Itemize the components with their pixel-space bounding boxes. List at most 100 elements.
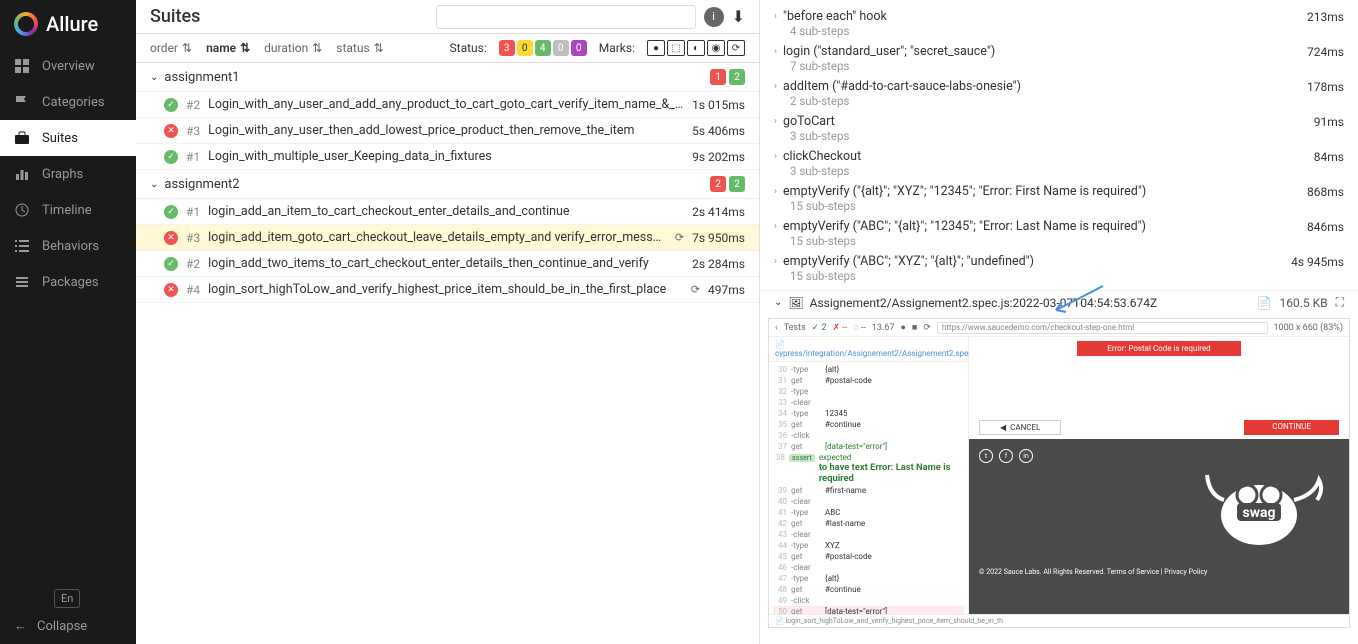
ss-reload-icon[interactable]: ⟳	[923, 323, 931, 333]
test-row[interactable]: ✓#1login_add_an_item_to_cart_checkout_en…	[136, 199, 759, 225]
cross-icon: ✕	[164, 124, 178, 138]
suite-group[interactable]: ⌄assignment112	[136, 63, 759, 92]
step-title: clickCheckout	[783, 149, 1308, 164]
test-name: Login_with_any_user_then_add_lowest_pric…	[208, 123, 684, 138]
test-row[interactable]: ✕#3Login_with_any_user_then_add_lowest_p…	[136, 118, 759, 144]
filter-broken[interactable]: 0	[517, 40, 533, 56]
status-label: Status:	[450, 41, 487, 55]
attachment-row[interactable]: ⌄ 🖼 Assignement2/Assignement2.spec.js:20…	[760, 290, 1358, 314]
step-duration: 84ms	[1314, 150, 1344, 164]
marks-label: Marks:	[599, 41, 635, 55]
nav-overview[interactable]: Overview	[0, 48, 136, 84]
col-name[interactable]: name⇅	[206, 41, 250, 55]
test-number: #2	[186, 98, 200, 112]
twitter-icon: t	[979, 449, 993, 463]
ss-spinner-icon: ◌ --	[853, 322, 866, 333]
filter-failed[interactable]: 3	[499, 40, 515, 56]
test-row[interactable]: ✓#2login_add_two_items_to_cart_checkout_…	[136, 251, 759, 277]
filter-unknown[interactable]: 0	[571, 40, 587, 56]
ss-footer: tfin © 2022 Sauce Labs. All Rights Reser…	[969, 439, 1349, 614]
step-item[interactable]: › emptyVerify ("ABC"; "XYZ"; "{alt}"; "un…	[774, 251, 1344, 286]
step-item[interactable]: ›addItem ("#add-to-cart-sauce-labs-onesi…	[774, 76, 1344, 111]
grid-icon	[14, 58, 30, 74]
info-icon[interactable]: i	[704, 7, 724, 27]
test-row[interactable]: ✕#4login_sort_highToLow_and_verify_highe…	[136, 277, 759, 303]
test-duration: 2s 284ms	[692, 257, 745, 271]
col-order[interactable]: order⇅	[150, 41, 192, 55]
nav-graphs[interactable]: Graphs	[0, 156, 136, 192]
mark-filters: ● ⬚ ◐ ◉ ⟳	[647, 40, 745, 56]
mark-4[interactable]: ◉	[707, 40, 725, 56]
suite-group[interactable]: ⌄assignment222	[136, 170, 759, 199]
retry-icon: ⟳	[675, 231, 684, 244]
nav-label: Categories	[42, 95, 105, 110]
test-row[interactable]: ✓#2Login_with_any_user_and_add_any_produ…	[136, 92, 759, 118]
chevron-down-icon: ⌄	[150, 179, 158, 190]
col-status[interactable]: status⇅	[336, 41, 383, 55]
detail-pane: ›"before each" hook213ms4 sub-steps › logi…	[760, 0, 1358, 644]
app-logo: Allure	[0, 0, 136, 48]
step-item[interactable]: ›emptyVerify ("ABC"; "{alt}"; "12345"; "…	[774, 216, 1344, 251]
step-item[interactable]: ›emptyVerify ("{alt}"; "XYZ"; "12345"; "…	[774, 181, 1344, 216]
step-title: goToCart	[783, 114, 1308, 129]
step-item[interactable]: ›"before each" hook213ms4 sub-steps	[774, 6, 1344, 41]
step-item[interactable]: › login ("standard_user"; "secret_sauce")…	[774, 41, 1344, 76]
image-icon: 🖼	[788, 296, 803, 310]
download-icon[interactable]: ⬇	[732, 7, 745, 26]
sort-icon: ⇅	[182, 41, 192, 55]
expand-icon[interactable]: ⛶	[1336, 295, 1344, 310]
passed-badge: 2	[729, 176, 745, 192]
col-duration[interactable]: duration⇅	[264, 41, 322, 55]
attachment-name: Assignement2/Assignement2.spec.js:2022-0…	[810, 296, 1158, 310]
ss-back-icon[interactable]: ‹	[775, 323, 778, 333]
ss-copyright: © 2022 Sauce Labs. All Rights Reserved. …	[979, 568, 1207, 576]
sidebar: Allure Overview Categories Suites Graphs…	[0, 0, 136, 644]
chart-icon	[14, 166, 30, 182]
suites-pane: Suites i ⬇ order⇅ name⇅ duration⇅ status…	[136, 0, 760, 644]
chevron-down-icon: ⌄	[774, 297, 782, 308]
status-filters: 3 0 4 0 0	[499, 40, 587, 56]
mark-3[interactable]: ◐	[687, 40, 705, 56]
step-item[interactable]: ›clickCheckout84ms3 sub-steps	[774, 146, 1344, 181]
search-input[interactable]	[436, 5, 696, 29]
passed-badge: 2	[729, 69, 745, 85]
test-row[interactable]: ✓#1Login_with_multiple_user_Keeping_data…	[136, 144, 759, 170]
chevron-right-icon: ›	[774, 256, 777, 267]
step-duration: 4s 945ms	[1291, 255, 1344, 269]
nav-behaviors[interactable]: Behaviors	[0, 228, 136, 264]
failed-badge: 2	[710, 176, 726, 192]
step-duration: 178ms	[1307, 80, 1344, 94]
ss-viewport: 1000 x 660 (83%)	[1274, 323, 1344, 333]
mark-1[interactable]: ●	[647, 40, 665, 56]
ss-topbar: ‹ Tests ✓ 2 ✗ -- ◌ -- 13.67 ● ■ ⟳ https:…	[769, 319, 1349, 337]
nav-packages[interactable]: Packages	[0, 264, 136, 300]
sort-icon: ⇅	[374, 41, 384, 55]
robot-icon: swag	[1199, 445, 1339, 555]
chevron-right-icon: ›	[774, 186, 777, 197]
flag-icon	[14, 94, 30, 110]
step-substeps: 4 sub-steps	[774, 24, 1344, 38]
step-substeps: 3 sub-steps	[774, 164, 1344, 178]
mark-2[interactable]: ⬚	[667, 40, 685, 56]
ss-stop-icon[interactable]: ■	[912, 322, 917, 333]
chevron-right-icon: ›	[774, 46, 777, 57]
test-name: login_add_item_goto_cart_checkout_leave_…	[208, 230, 667, 245]
collapse-button[interactable]: ← Collapse	[14, 618, 122, 634]
nav-timeline[interactable]: Timeline	[0, 192, 136, 228]
test-row[interactable]: ✕#3login_add_item_goto_cart_checkout_lea…	[136, 225, 759, 251]
filter-passed[interactable]: 4	[535, 40, 551, 56]
test-number: #2	[186, 257, 200, 271]
filter-skipped[interactable]: 0	[553, 40, 569, 56]
step-item[interactable]: ›goToCart91ms3 sub-steps	[774, 111, 1344, 146]
step-title: emptyVerify ("ABC"; "XYZ"; "{alt}"; "und…	[783, 254, 1285, 269]
logo-icon	[14, 12, 38, 36]
nav-categories[interactable]: Categories	[0, 84, 136, 120]
svg-text:swag: swag	[1243, 505, 1276, 521]
mark-retry[interactable]: ⟳	[727, 40, 745, 56]
nav-label: Graphs	[42, 167, 83, 182]
language-selector[interactable]: En	[54, 589, 80, 608]
layers-icon	[14, 274, 30, 290]
step-title: login ("standard_user"; "secret_sauce")	[783, 44, 1301, 59]
nav-suites[interactable]: Suites	[0, 120, 136, 156]
ss-pass-count: ✓ 2	[812, 323, 827, 333]
